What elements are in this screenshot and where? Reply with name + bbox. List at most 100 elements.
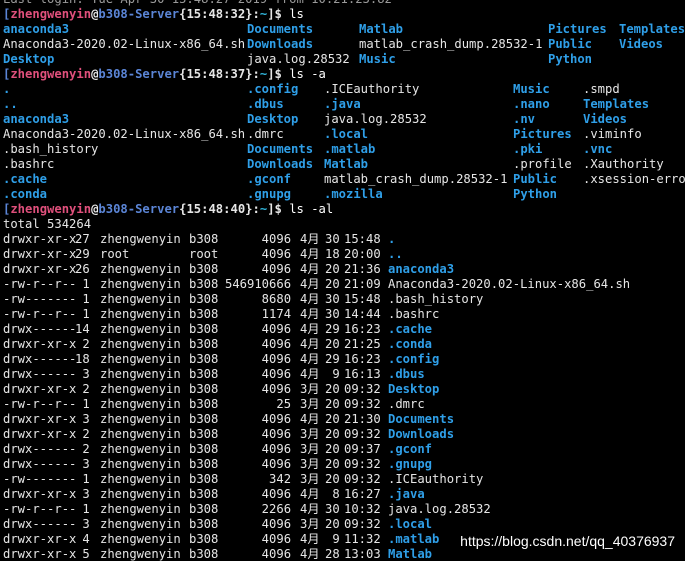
directory-entry: Music [359, 52, 396, 66]
month-cell: 4月 [300, 247, 320, 261]
time-cell: 16:23 [344, 352, 381, 366]
group-cell: b308 [189, 472, 219, 486]
directory-entry: . [388, 232, 396, 246]
directory-entry: Music [513, 82, 550, 96]
perm-cell: -rw-r--r-- [3, 277, 77, 291]
perm-cell: drwxr-xr-x [3, 262, 77, 276]
perm-cell: drwxr-xr-x [3, 337, 77, 351]
directory-entry: .conda [388, 337, 433, 351]
owner-cell: zhengwenyin [100, 487, 181, 501]
time-cell: 09:32 [344, 382, 381, 396]
owner-cell: zhengwenyin [100, 382, 181, 396]
day-cell: 20 [325, 262, 340, 276]
day-cell: 29 [325, 322, 340, 336]
file-entry: .smpd [583, 82, 620, 96]
perm-cell: drwxr-xr-x [3, 547, 77, 561]
links-cell: 1 [75, 292, 90, 306]
month-cell: 3月 [300, 427, 320, 441]
size-cell: 25 [225, 397, 292, 411]
directory-entry: Pictures [548, 22, 607, 36]
month-cell: 4月 [300, 502, 320, 516]
group-cell: b308 [189, 337, 219, 351]
time-cell: 16:23 [344, 322, 381, 336]
day-cell: 8 [325, 487, 340, 501]
file-entry: java.log.28532 [247, 52, 350, 66]
links-cell: 4 [75, 532, 90, 546]
directory-entry: Documents [247, 22, 314, 36]
group-cell: b308 [189, 487, 219, 501]
prompt-user: zhengwenyin [10, 7, 92, 21]
perm-cell: drwxr-xr-x [3, 412, 77, 426]
directory-entry: Desktop [3, 52, 55, 66]
group-cell: b308 [189, 457, 219, 471]
directory-entry: Desktop [388, 382, 440, 396]
directory-entry: .gnupg [247, 187, 292, 201]
directory-entry: Matlab [324, 157, 369, 171]
perm-cell: drwx------ [3, 322, 77, 336]
links-cell: 5 [75, 547, 90, 561]
day-cell: 30 [325, 232, 340, 246]
file-entry: .bashrc [388, 307, 440, 321]
month-cell: 4月 [300, 322, 320, 336]
directory-entry: Templates [619, 22, 685, 36]
prompt-colon: : [252, 7, 260, 21]
prompt-user: zhengwenyin [10, 202, 92, 216]
time-cell: 09:37 [344, 442, 381, 456]
group-cell: b308 [189, 502, 219, 516]
command-text: ls -a [281, 67, 326, 81]
perm-cell: -rw------- [3, 292, 77, 306]
month-cell: 4月 [300, 487, 320, 501]
perm-cell: drwx------ [3, 442, 77, 456]
day-cell: 20 [325, 397, 340, 411]
prompt-line: [zhengwenyin@b308-Server{15:48:40}:~]$ l… [3, 202, 333, 217]
time-cell: 14:44 [344, 307, 381, 321]
time-cell: 21:25 [344, 337, 381, 351]
command-text: ls [281, 7, 304, 21]
time-cell: 21:09 [344, 277, 381, 291]
day-cell: 9 [325, 367, 340, 381]
links-cell: 2 [75, 442, 90, 456]
directory-entry: .config [388, 352, 440, 366]
directory-entry: .conda [3, 187, 48, 201]
size-cell: 2266 [225, 502, 292, 516]
perm-cell: drwxr-xr-x [3, 427, 77, 441]
file-entry: .xsession-errors [583, 172, 685, 186]
day-cell: 20 [325, 472, 340, 486]
directory-entry: .gconf [247, 172, 292, 186]
day-cell: 9 [325, 532, 340, 546]
perm-cell: drwxr-xr-x [3, 487, 77, 501]
terminal-window[interactable]: Last login: Tue Apr 30 15:48:27 2019 fro… [0, 0, 685, 561]
prompt-colon: : [252, 67, 260, 81]
directory-entry: Downloads [247, 37, 314, 51]
day-cell: 29 [325, 352, 340, 366]
directory-entry: Python [548, 52, 593, 66]
month-cell: 4月 [300, 277, 320, 291]
file-entry: .ICEauthority [388, 472, 484, 486]
directory-entry: .gconf [388, 442, 433, 456]
links-cell: 14 [75, 322, 90, 336]
owner-cell: zhengwenyin [100, 532, 181, 546]
file-entry: .viminfo [583, 127, 642, 141]
directory-entry: .config [247, 82, 299, 96]
prompt-time: {15:48:37} [179, 67, 253, 81]
owner-cell: zhengwenyin [100, 232, 181, 246]
time-cell: 20:00 [344, 247, 381, 261]
month-cell: 3月 [300, 382, 320, 396]
links-cell: 3 [75, 457, 90, 471]
month-cell: 4月 [300, 307, 320, 321]
perm-cell: drwx------ [3, 517, 77, 531]
group-cell: b308 [189, 292, 219, 306]
day-cell: 20 [325, 277, 340, 291]
day-cell: 20 [325, 427, 340, 441]
directory-entry: .matlab [324, 142, 376, 156]
links-cell: 3 [75, 487, 90, 501]
group-cell: b308 [189, 322, 219, 336]
directory-entry: .nano [513, 97, 550, 111]
directory-entry: Matlab [388, 547, 433, 561]
command-text: ls -al [281, 202, 334, 216]
month-cell: 3月 [300, 457, 320, 471]
group-cell: b308 [189, 352, 219, 366]
directory-entry: .dbus [388, 367, 425, 381]
owner-cell: zhengwenyin [100, 442, 181, 456]
group-cell: b308 [189, 307, 219, 321]
